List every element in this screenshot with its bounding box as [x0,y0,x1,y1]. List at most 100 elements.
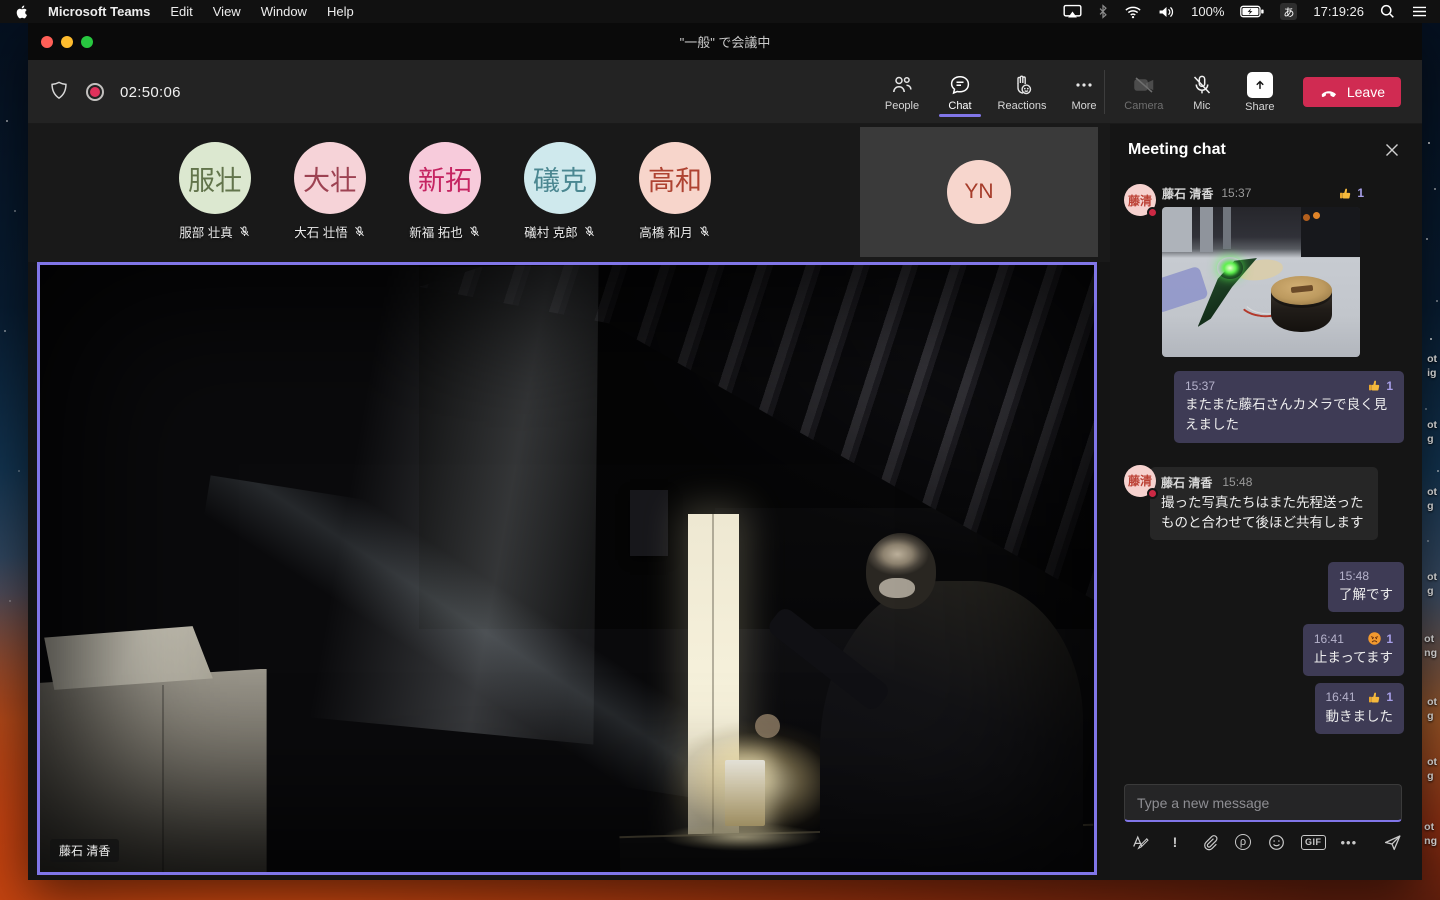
chat-message-own: 15:48 了解です [1328,562,1404,613]
window-title: "一般" で会議中 [679,35,771,50]
avatar[interactable]: 藤清 [1124,184,1158,218]
message-timestamp: 15:48 [1222,475,1253,489]
bluetooth-icon[interactable] [1098,4,1108,19]
share-screen-icon [1246,71,1273,98]
meeting-chat-panel: Meeting chat 藤清 藤石 清香 15:37 1 15:37 1 また… [1110,124,1422,880]
recording-indicator-icon [86,83,104,101]
meeting-stage: 服壮 服部 壮真 大壮 大石 壮悟 新拓 新福 拓也 礒克 礒村 克郎 高和 高… [28,124,1110,880]
avatar: 高和 [639,142,711,214]
chat-message-own: 15:37 1 またまた藤石さんカメラで良く見えました [1174,371,1404,443]
meeting-toolbar: 02:50:06 People Chat Reactions More Came… [28,60,1422,124]
chat-image-attachment[interactable] [1162,207,1360,357]
reaction-count: 1 [1357,186,1364,200]
message-timestamp: 16:41 [1325,690,1356,704]
avatar: 新拓 [409,142,481,214]
muted-mic-icon [239,226,249,237]
composer-more-icon[interactable]: ••• [1341,832,1358,852]
close-chat-button[interactable] [1380,138,1404,162]
spotlight-search-icon[interactable] [1380,4,1395,19]
participant-name: 高橋 和月 [639,226,693,240]
participant-name: 服部 壮真 [179,226,233,240]
gif-icon[interactable]: GIF [1301,834,1326,850]
reaction-count: 1 [1386,690,1393,704]
video-scene: 藤石 清香 [40,265,1094,872]
format-icon[interactable] [1130,832,1150,852]
send-message-icon[interactable] [1382,832,1402,852]
reactions-icon [1010,73,1034,97]
participant-tile[interactable]: 高和 高橋 和月 [629,142,721,241]
participant-tile[interactable]: 礒克 礒村 克郎 [514,142,606,241]
teams-window: "一般" で会議中 02:50:06 People Chat Reactions… [28,23,1422,880]
notification-center-icon[interactable] [1411,5,1428,18]
loop-component-icon[interactable]: ρ [1235,834,1251,850]
message-text: またまた藤石さんカメラで良く見えました [1185,397,1388,433]
reaction-count: 1 [1386,631,1393,646]
chat-message-own: 16:41 1 止まってます [1302,624,1404,676]
airplay-display-icon[interactable] [1063,4,1082,19]
thumbs-up-icon [1369,692,1380,702]
avatar: 服壮 [179,142,251,214]
menubar-app-name[interactable]: Microsoft Teams [48,4,150,19]
menu-window[interactable]: Window [261,4,307,19]
wifi-icon[interactable] [1124,5,1142,19]
participant-tile[interactable]: 新拓 新福 拓也 [399,142,491,241]
muted-mic-icon [699,226,709,237]
participant-tile[interactable]: 服壮 服部 壮真 [169,142,261,241]
message-input[interactable] [1125,785,1401,820]
participant-name: 礒村 克郎 [524,226,578,240]
input-method-badge[interactable]: あ [1280,3,1298,20]
avatar[interactable]: 藤清 [1124,464,1158,499]
message-author: 藤石 清香 [1162,186,1214,201]
reaction-count: 1 [1386,378,1393,393]
close-icon [1386,144,1398,156]
thumbs-up-reaction[interactable]: 1 [1338,186,1364,201]
message-input-wrapper [1124,784,1402,822]
volume-icon[interactable] [1158,5,1175,19]
menu-edit[interactable]: Edit [170,4,192,19]
presence-busy-dot [1147,487,1158,499]
chat-icon [948,73,972,97]
battery-charging-icon[interactable] [1240,5,1264,18]
message-author: 藤石 清香 [1161,475,1213,490]
mic-muted-icon [1190,73,1214,97]
message-timestamp: 15:37 [1185,378,1216,393]
desktop-icon-label: ot g [1427,571,1437,597]
active-tab-underline [939,114,981,117]
message-text: 了解です [1339,587,1393,602]
self-video-tile[interactable]: YN [860,127,1098,257]
more-icon [1072,73,1096,97]
chat-panel-title: Meeting chat [1128,141,1226,158]
leave-button[interactable]: Leave [1302,77,1401,107]
thumbs-up-reaction[interactable]: 1 [1367,690,1393,705]
thumbs-up-icon [1340,188,1351,198]
menu-help[interactable]: Help [327,4,354,19]
muted-mic-icon [469,226,479,237]
attach-icon[interactable] [1200,832,1220,852]
reactions-button[interactable]: Reactions [989,60,1055,124]
participant-filmstrip: 服壮 服部 壮真 大壮 大石 壮悟 新拓 新福 拓也 礒克 礒村 克郎 高和 高… [28,124,1110,262]
message-text: 止まってます [1313,650,1393,666]
participant-tile[interactable]: 大壮 大石 壮悟 [284,142,376,241]
people-button[interactable]: People [873,60,931,124]
share-button[interactable]: Share [1231,60,1289,124]
chat-button[interactable]: Chat [931,60,989,124]
speaker-name-label: 藤石 清香 [50,839,120,862]
angry-reaction[interactable]: 1 [1367,631,1393,646]
thumbs-up-reaction[interactable]: 1 [1367,378,1393,393]
emoji-icon[interactable] [1266,832,1286,852]
message-text: 撮った写真たちはまた先程送ったものと合わせて後ほど共有します [1161,494,1364,530]
apple-logo-icon[interactable] [14,4,28,20]
menu-view[interactable]: View [213,4,241,19]
mic-button[interactable]: Mic [1173,60,1231,124]
shield-icon [48,80,70,104]
participant-name: 新福 拓也 [409,226,463,240]
camera-button[interactable]: Camera [1115,60,1173,124]
presence-busy-dot [1147,207,1158,218]
thumbs-up-icon [1369,380,1380,391]
message-timestamp: 16:41 [1313,631,1344,646]
avatar: YN [947,160,1011,224]
camera-off-icon [1132,73,1156,97]
priority-icon[interactable]: ! [1165,832,1185,852]
menubar-clock[interactable]: 17:19:26 [1313,4,1364,19]
main-speaker-video[interactable]: 藤石 清香 [37,262,1097,875]
